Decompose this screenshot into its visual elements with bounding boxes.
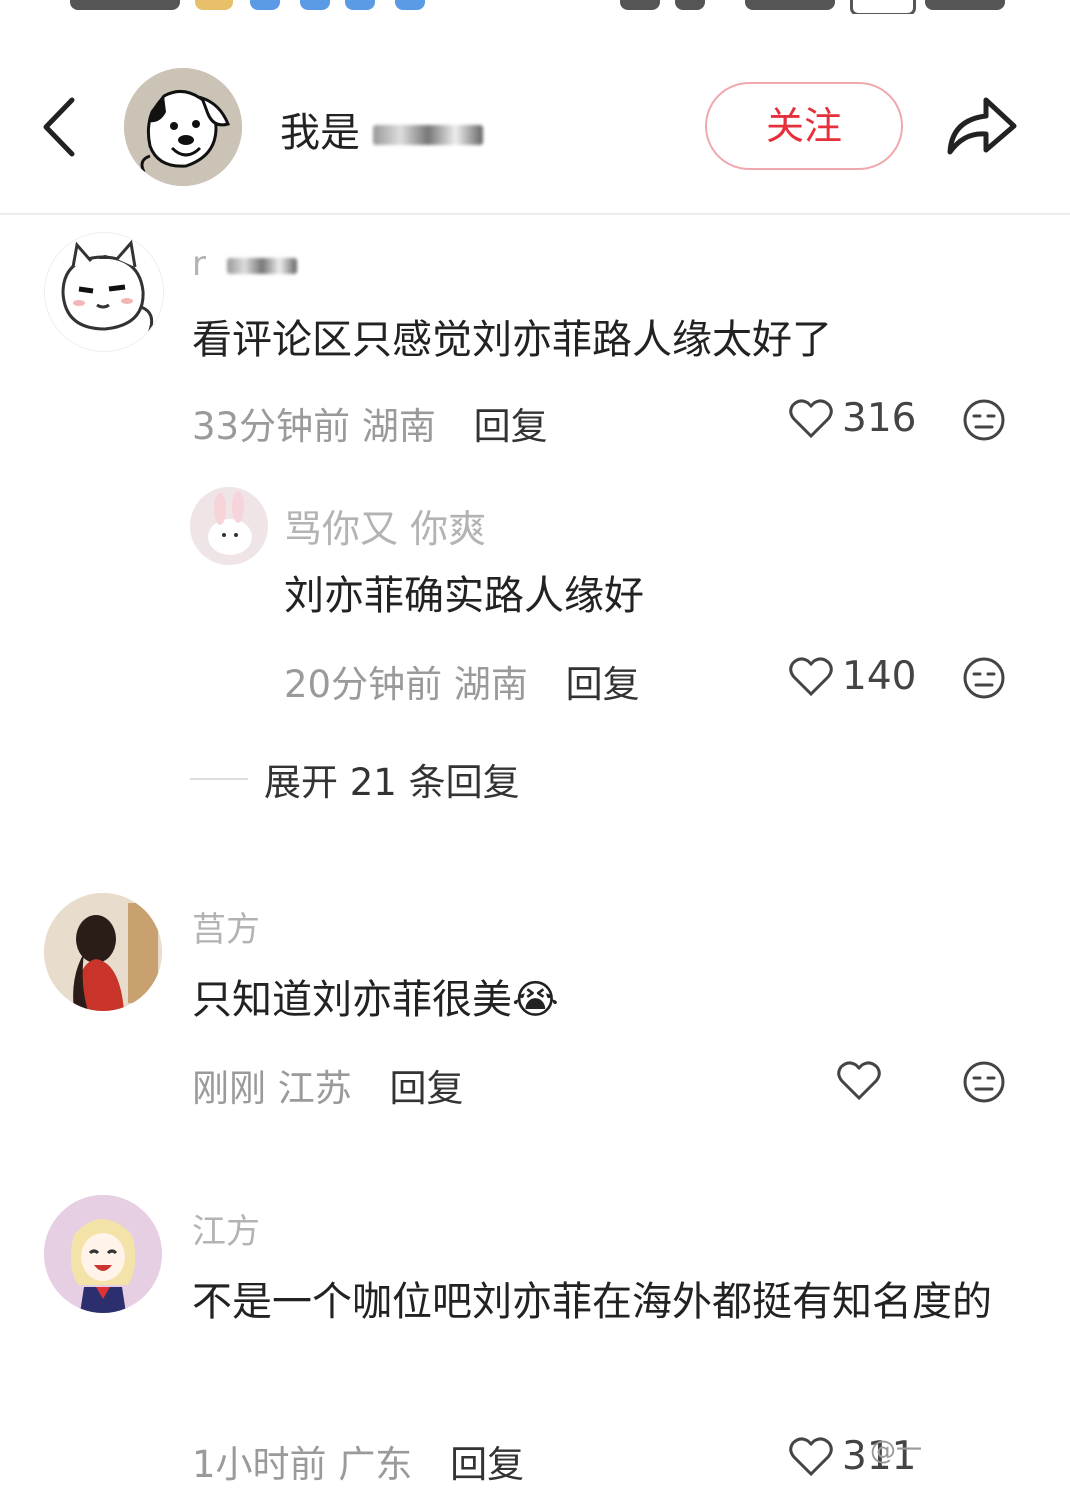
reply-time: 20分钟前 (284, 663, 443, 706)
chevron-left-icon (43, 97, 75, 157)
avatar[interactable] (44, 232, 164, 352)
username[interactable]: 骂你又 你爽 (284, 498, 486, 553)
like-count: 140 (842, 654, 917, 699)
username-text: 江方 (192, 1212, 260, 1252)
like-button[interactable]: 140 (788, 654, 916, 699)
like-count: 316 (842, 396, 917, 441)
woman-avatar-icon (44, 893, 162, 1011)
heart-icon (789, 1436, 833, 1476)
expand-replies[interactable]: 展开 21 条回复 (190, 752, 520, 806)
heart-icon (789, 656, 833, 696)
neutral-face-icon (963, 1061, 1005, 1103)
reply-button[interactable]: 回复 (390, 1067, 464, 1110)
share-button[interactable] (940, 90, 1020, 160)
reply-button[interactable]: 回复 (474, 405, 548, 448)
comment-time: 1小时前 (192, 1443, 327, 1486)
avatar[interactable] (190, 487, 268, 565)
comment-time: 刚刚 (192, 1067, 266, 1110)
avatar[interactable] (44, 893, 162, 1011)
header-divider (0, 213, 1070, 215)
comment-location: 广东 (338, 1443, 413, 1486)
status-bar (0, 0, 1070, 14)
expand-divider (190, 778, 248, 780)
reply-location: 湖南 (453, 663, 528, 706)
comment-time: 33分钟前 (192, 405, 351, 448)
author-name-text: 我是 (280, 110, 360, 156)
follow-button[interactable]: 关注 (705, 82, 903, 170)
comment-text: 不是一个咖位吧刘亦菲在海外都挺有知名度的 (192, 1279, 992, 1325)
dislike-button[interactable] (962, 398, 1006, 442)
anime-avatar-icon (44, 1195, 162, 1313)
expand-replies-label: 展开 21 条回复 (264, 761, 520, 804)
heart-icon (837, 1061, 881, 1101)
cat-avatar-icon (61, 239, 154, 334)
username-text: 莒方 (192, 910, 260, 950)
bunny-avatar-icon (190, 487, 268, 565)
username[interactable]: r (192, 244, 297, 284)
username-text: 骂你又 你爽 (284, 507, 487, 551)
reply-text: 刘亦菲确实路人缘好 (284, 573, 644, 619)
reply-meta: 20分钟前 湖南 回复 (284, 654, 640, 708)
watermark: @一 (870, 1436, 923, 1466)
reply-button[interactable]: 回复 (566, 663, 640, 706)
top-bar: 我是 关注 (0, 40, 1070, 212)
redacted-name (372, 125, 483, 145)
comment-meta: 刚刚 江苏 回复 (192, 1058, 464, 1112)
redacted-name (226, 257, 297, 274)
heart-icon (789, 398, 833, 438)
comment-text: 只知道刘亦菲很美😭 (192, 977, 559, 1023)
comment-meta: 1小时前 广东 回复 (192, 1434, 524, 1488)
reply-button[interactable]: 回复 (450, 1443, 524, 1486)
like-button[interactable]: 316 (788, 396, 916, 441)
username[interactable]: 江方 (192, 1204, 260, 1253)
username-text: r (192, 244, 206, 284)
comment-text: 看评论区只感觉刘亦菲路人缘太好了 (192, 317, 832, 363)
neutral-face-icon (963, 657, 1005, 699)
back-button[interactable] (38, 92, 88, 162)
avatar[interactable] (44, 1195, 162, 1313)
dislike-button[interactable] (962, 656, 1006, 700)
dog-avatar-icon (124, 68, 242, 186)
like-button[interactable] (836, 1060, 890, 1102)
author-name: 我是 (280, 100, 483, 158)
dislike-button[interactable] (962, 1060, 1006, 1104)
comment-location: 湖南 (361, 405, 436, 448)
comment-location: 江苏 (277, 1067, 352, 1110)
author-avatar[interactable] (124, 68, 242, 186)
username[interactable]: 莒方 (192, 902, 260, 951)
comment-meta: 33分钟前 湖南 回复 (192, 396, 548, 450)
neutral-face-icon (963, 399, 1005, 441)
share-icon (947, 97, 1017, 155)
